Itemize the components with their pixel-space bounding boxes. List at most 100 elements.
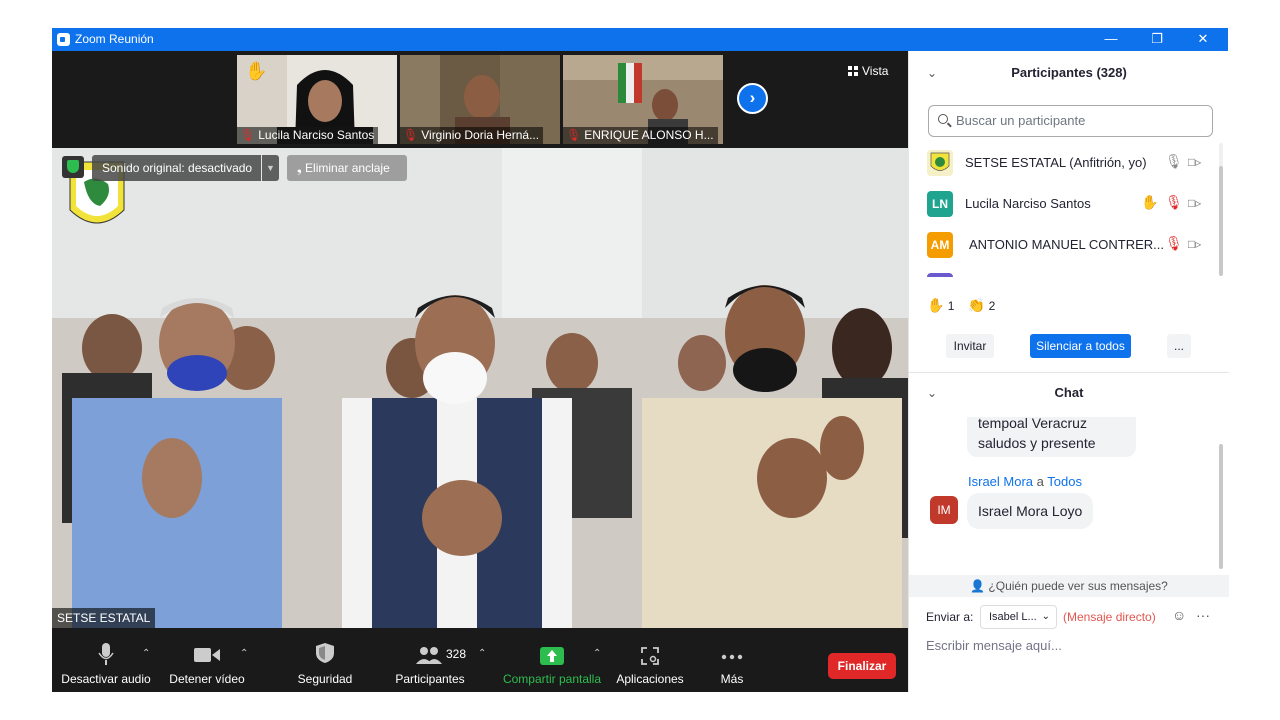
chat-recipient[interactable]: Todos [1047, 474, 1082, 489]
share-options-caret-icon[interactable]: ⌃ [593, 648, 601, 659]
chat-sender[interactable]: Israel Mora [968, 474, 1033, 489]
direct-message-label: (Mensaje directo) [1063, 610, 1156, 624]
search-placeholder: Buscar un participante [956, 113, 1086, 128]
participants-label: Participantes [395, 672, 465, 686]
thumbnail-video[interactable]: 🎙 ENRIQUE ALONSO H... [563, 55, 723, 144]
video-options-caret-icon[interactable]: ⌃ [240, 648, 248, 659]
participant-search-input[interactable]: Buscar un participante [928, 105, 1213, 137]
stop-video-label: Detener vídeo [169, 672, 245, 686]
participant-row[interactable]: SETSE ESTATAL (Anfitrión, yo) 🎙 □▹ [909, 143, 1223, 184]
video-camera-icon[interactable]: □▹ [1188, 155, 1201, 169]
participant-list: SETSE ESTATAL (Anfitrión, yo) 🎙 □▹ LN Lu… [909, 143, 1223, 277]
zoom-app-icon [57, 33, 70, 46]
more-label: Más [720, 672, 744, 686]
encryption-shield-icon [62, 156, 84, 178]
chat-input[interactable]: Escribir mensaje aquí... [926, 638, 1062, 653]
send-to-label: Enviar a: [926, 610, 974, 624]
minimize-button[interactable]: — [1088, 28, 1134, 51]
side-panel: ⌄ Participantes (328) Buscar un particip… [908, 51, 1229, 692]
muted-mic-icon: 🎙 [566, 128, 582, 142]
view-button[interactable]: Vista [848, 64, 888, 78]
video-camera-icon[interactable]: □▹ [1188, 196, 1201, 210]
thumbnail-name-tag: 🎙 Virginio Doria Herná... [400, 127, 544, 144]
security-label: Seguridad [297, 672, 353, 686]
who-can-see-label: ¿Quién puede ver sus mensajes? [988, 579, 1168, 593]
muted-mic-icon[interactable]: 🎙 [1165, 235, 1183, 252]
participants-header: ⌄ Participantes (328) [909, 53, 1229, 93]
video-area: ✋ 🎙 Lucila Narciso Santos 🎙 Virginio Doria… [52, 51, 908, 628]
unpin-label: Eliminar anclaje [305, 161, 390, 175]
chat-header: ⌄ Chat [909, 373, 1229, 413]
security-button[interactable]: Seguridad [290, 628, 360, 692]
chat-scrollbar[interactable] [1219, 444, 1223, 569]
collapse-chevron-icon[interactable]: ⌄ [927, 373, 937, 413]
thumbnail-strip: ✋ 🎙 Lucila Narciso Santos 🎙 Virginio Doria… [52, 51, 908, 148]
emoji-icon[interactable]: ☺ [1172, 607, 1186, 623]
raised-hand-icon: ✋ [245, 60, 267, 81]
microphone-icon [98, 643, 114, 665]
chat-connector: a [1036, 474, 1044, 489]
search-icon [938, 114, 948, 124]
thumbnail-video[interactable]: ✋ 🎙 Lucila Narciso Santos [237, 55, 397, 144]
share-screen-label: Compartir pantalla [502, 672, 602, 686]
chat-message-header: Israel Mora a Todos [968, 474, 1082, 489]
original-sound-button[interactable]: Sonido original: desactivado [92, 155, 261, 181]
chevron-down-icon: ⌄ [1041, 611, 1050, 622]
muted-mic-icon: 🎙 [240, 128, 256, 142]
original-sound-label: Sonido original: desactivado [102, 161, 253, 175]
thumbnail-name: Virginio Doria Herná... [421, 128, 540, 142]
chat-message-line: saludos y presente [978, 435, 1096, 451]
microphone-icon[interactable]: 🎙 [1165, 153, 1183, 170]
participants-button[interactable]: 328 Participantes [392, 628, 468, 692]
raised-hand-icon: ✋ [1141, 194, 1159, 210]
participant-row[interactable]: LN Lucila Narciso Santos ✋ 🎙 □▹ [909, 184, 1223, 225]
participant-row[interactable] [909, 266, 1223, 277]
unpin-button[interactable]: ❟ Eliminar anclaje [287, 155, 407, 181]
main-video-image [52, 148, 908, 628]
window-title: Zoom Reunión [75, 32, 154, 46]
mute-audio-button[interactable]: Desactivar audio [60, 628, 152, 692]
collapse-chevron-icon[interactable]: ⌄ [927, 53, 937, 93]
thumbnail-video[interactable]: 🎙 Virginio Doria Herná... [400, 55, 560, 144]
more-button[interactable]: Más [708, 628, 756, 692]
restore-button[interactable]: ❐ [1134, 28, 1180, 51]
who-can-see-link[interactable]: 👤 ¿Quién puede ver sus mensajes? [909, 575, 1229, 597]
pin-icon: ❟ [297, 161, 306, 175]
view-label: Vista [862, 64, 889, 78]
original-sound-dropdown-icon[interactable]: ▼ [262, 155, 279, 181]
chat-message: tempoal Veracruz saludos y presente [967, 417, 1136, 457]
close-button[interactable]: ✕ [1180, 28, 1226, 51]
muted-mic-icon[interactable]: 🎙 [1165, 194, 1183, 211]
share-screen-icon [540, 647, 564, 665]
participants-more-button[interactable]: ... [1167, 334, 1191, 358]
participants-options-caret-icon[interactable]: ⌃ [478, 648, 486, 659]
main-video: Sonido original: desactivado ▼ ❟ Elimina… [52, 148, 908, 628]
thumbnail-name-tag: 🎙 ENRIQUE ALONSO H... [563, 127, 718, 144]
recipient-value: Isabel L... [989, 611, 1037, 623]
chat-message-list: tempoal Veracruz saludos y presente Isra… [909, 417, 1223, 567]
mute-audio-label: Desactivar audio [61, 672, 151, 686]
end-meeting-button[interactable]: Finalizar [828, 653, 896, 679]
zoom-window: Zoom Reunión — ❐ ✕ ✋ 🎙 Lucila Narciso San… [52, 28, 1229, 692]
participant-row[interactable]: AM ANTONIO MANUEL CONTRER... 🎙 □▹ [909, 225, 1223, 266]
mute-all-button[interactable]: Silenciar a todos [1030, 334, 1131, 358]
apps-icon [641, 647, 659, 665]
next-page-arrow-icon[interactable]: › [737, 83, 768, 114]
raised-hand-icon: ✋ [927, 297, 945, 313]
share-screen-button[interactable]: Compartir pantalla [498, 628, 606, 692]
chat-more-icon[interactable]: ··· [1196, 607, 1210, 623]
participant-name: SETSE ESTATAL (Anfitrión, yo) [965, 155, 1147, 170]
person-lock-icon: 👤 [970, 579, 986, 593]
participant-avatar [927, 273, 953, 277]
active-speaker-name: SETSE ESTATAL [52, 608, 156, 628]
apps-button[interactable]: Aplicaciones [614, 628, 686, 692]
stop-video-button[interactable]: Detener vídeo [166, 628, 248, 692]
invite-button[interactable]: Invitar [946, 334, 994, 358]
audio-options-caret-icon[interactable]: ⌃ [142, 648, 150, 659]
participant-scrollbar[interactable] [1219, 166, 1223, 276]
chat-avatar: IM [930, 496, 958, 524]
recipient-dropdown[interactable]: Isabel L... ⌄ [980, 605, 1057, 629]
video-camera-icon[interactable]: □▹ [1188, 237, 1201, 251]
raised-hand-count: 1 [947, 299, 955, 313]
participant-name: Lucila Narciso Santos [965, 196, 1091, 211]
